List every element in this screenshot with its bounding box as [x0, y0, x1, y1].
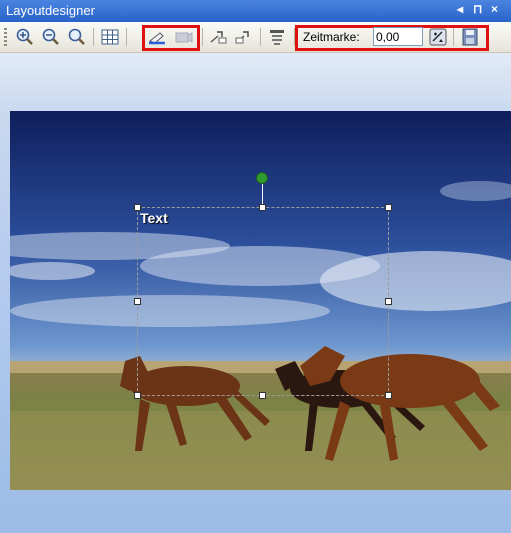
resize-handle-top-right[interactable]: [385, 204, 392, 211]
align-icon: [270, 30, 284, 45]
toolbar-separator: [202, 28, 203, 46]
zeitmarke-input[interactable]: [373, 27, 423, 46]
save-icon: [462, 28, 478, 46]
move-up-button[interactable]: [207, 26, 229, 48]
grid-icon: [101, 29, 119, 45]
zoom-out-button[interactable]: [40, 26, 62, 48]
toolbar-grip[interactable]: [4, 28, 7, 46]
pin-icon[interactable]: ⊓: [473, 2, 482, 16]
zoom-fit-icon: [68, 28, 85, 45]
zeitmarke-label: Zeitmarke:: [303, 30, 360, 44]
zoom-in-button[interactable]: [14, 26, 36, 48]
camera-button[interactable]: [173, 26, 195, 48]
toolbar: Zeitmarke:: [0, 22, 511, 53]
camera-icon: [175, 32, 193, 43]
title-bar: Layoutdesigner ◂ ⊓ ×: [0, 0, 511, 22]
text-object[interactable]: Text: [140, 210, 168, 226]
move-down-icon: [235, 31, 249, 44]
zoom-out-icon: [42, 28, 59, 45]
toolbar-separator: [126, 28, 127, 46]
window-title: Layoutdesigner: [6, 3, 95, 18]
keyframe-button[interactable]: [427, 26, 449, 48]
keyframe-icon: [429, 28, 447, 46]
zoom-fit-button[interactable]: [66, 26, 88, 48]
resize-handle-right[interactable]: [385, 298, 392, 305]
resize-handle-bottom[interactable]: [259, 392, 266, 399]
close-icon[interactable]: ×: [491, 2, 498, 16]
toolbar-separator: [260, 28, 261, 46]
toolbar-separator: [93, 28, 94, 46]
move-up-icon: [210, 31, 227, 44]
collapse-icon[interactable]: ◂: [457, 2, 463, 16]
grid-button[interactable]: [99, 26, 121, 48]
resize-handle-top[interactable]: [259, 204, 266, 211]
save-button[interactable]: [459, 26, 481, 48]
text-selection-frame[interactable]: [137, 207, 389, 396]
text-tool-button[interactable]: [146, 26, 168, 48]
resize-handle-bottom-left[interactable]: [134, 392, 141, 399]
zoom-in-icon: [16, 28, 33, 45]
move-down-button[interactable]: [233, 26, 255, 48]
text-tool-icon: [149, 32, 165, 45]
align-button[interactable]: [266, 26, 288, 48]
resize-handle-bottom-right[interactable]: [385, 392, 392, 399]
resize-handle-left[interactable]: [134, 298, 141, 305]
rotate-handle[interactable]: [256, 172, 268, 184]
toolbar-separator: [453, 28, 454, 46]
